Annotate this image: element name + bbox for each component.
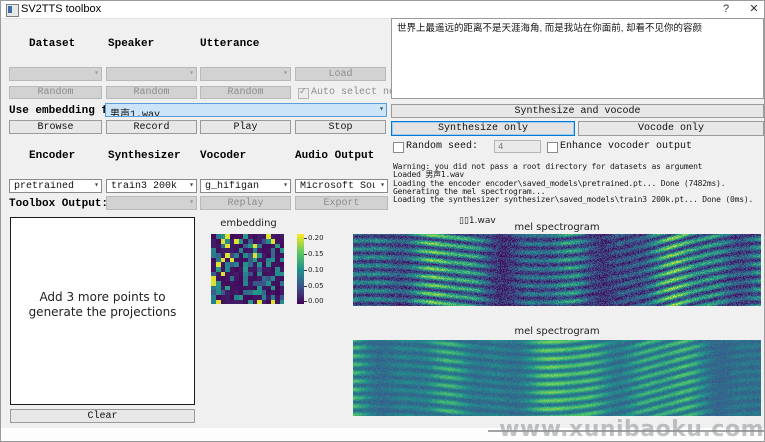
seed-input[interactable]: 4 [494,140,541,153]
dropdown-arrow-icon: ▾ [189,68,194,78]
dropdown-arrow-icon: ▾ [283,180,288,190]
dataset-label: Dataset [29,38,75,50]
embedding-heatmap [211,234,284,304]
dropdown-arrow-icon: ▾ [380,180,385,190]
colorbar-tick [304,286,307,287]
watermark: www.xunibaoku.com [489,417,764,442]
synthesize-only-button[interactable]: Synthesize only [391,121,575,136]
colorbar-tick [304,301,307,302]
synthesizer-combobox[interactable]: train3 200k ▾ [106,179,197,193]
encoder-combobox[interactable]: pretrained ▾ [9,179,102,193]
colorbar-tick-label: 0.00 [308,297,324,305]
colorbar-tick-label: 0.05 [308,282,324,290]
speaker-label: Speaker [108,38,154,50]
encoder-label: Encoder [29,150,75,162]
app-icon [6,4,19,17]
app-icon-glyph [8,6,12,13]
colorbar-tick [304,254,307,255]
window-title: SV2TTS toolbox [21,3,101,15]
dropdown-arrow-icon: ▾ [379,104,384,114]
random-seed-label: Random seed: [406,141,478,152]
colorbar-tick-label: 0.10 [308,266,324,274]
record-button[interactable]: Record [106,120,197,134]
audio-output-label: Audio Output [295,150,374,162]
log-line: Loading the synthesizer synthesizer\save… [393,196,765,204]
dropdown-arrow-icon: ▾ [283,68,288,78]
random-dataset-button[interactable]: Random [9,86,102,99]
random-seed-checkbox[interactable] [393,142,404,153]
vocode-only-button[interactable]: Vocode only [578,121,764,136]
mel-spectrogram-top [353,234,761,306]
projections-message: Add 3 more points to generate the projec… [11,290,194,320]
colorbar-tick [304,270,307,271]
browse-button[interactable]: Browse [9,120,102,134]
dropdown-arrow-icon: ▾ [94,180,99,190]
synthesize-and-vocode-button[interactable]: Synthesize and vocode [391,104,764,118]
utterance-combobox[interactable]: ▾ [200,67,291,81]
random-speaker-button[interactable]: Random [106,86,197,99]
audio-output-combobox[interactable]: Microsoft Sound Mapp ▾ [295,179,388,193]
sv2tts-toolbox-window: SV2TTS toolbox ? ✕ Dataset Speaker Utter… [0,0,765,442]
close-button[interactable]: ✕ [743,1,765,17]
toolbox-output-label: Toolbox Output: [9,198,108,210]
projections-plot: Add 3 more points to generate the projec… [10,217,195,405]
load-button[interactable]: Load [295,67,386,81]
dropdown-arrow-icon: ▾ [189,197,194,207]
mel-spectrogram-bottom-title: mel spectrogram [353,326,761,337]
enhance-vocoder-label: Enhance vocoder output [560,141,692,152]
title-bar: SV2TTS toolbox ? ✕ [1,1,765,19]
random-utterance-button[interactable]: Random [200,86,291,99]
colorbar-tick [304,238,307,239]
dropdown-arrow-icon: ▾ [189,180,194,190]
play-button[interactable]: Play [200,120,291,134]
stop-button[interactable]: Stop [295,120,386,134]
embedding-plot-title: embedding [206,218,291,229]
text-to-synthesize-input[interactable]: 世界上最遥远的距离不是天涯海角, 而是我站在你面前, 却看不见你的容颜 [391,18,764,99]
vocoder-label: Vocoder [200,150,246,162]
embedding-colorbar [297,234,304,304]
dataset-combobox[interactable]: ▾ [9,67,102,81]
synthesizer-label: Synthesizer [108,150,181,162]
mel-spectrogram-top-title: mel spectrogram [353,222,761,233]
vocoder-combobox[interactable]: g_hifigan ▾ [200,179,291,193]
log-output: Warning: you did not pass a root directo… [393,163,765,204]
colorbar-tick-label: 0.15 [308,250,324,258]
use-embedding-combobox[interactable]: 男声1.wav ▾ [105,103,387,117]
colorbar-tick-label: 0.20 [308,234,324,242]
auto-select-next-checkbox[interactable] [298,88,309,99]
mel-spectrogram-bottom [353,340,761,416]
export-button[interactable]: Export [295,196,388,210]
clear-button[interactable]: Clear [10,409,195,423]
enhance-vocoder-checkbox[interactable] [547,142,558,153]
speaker-combobox[interactable]: ▾ [106,67,197,81]
replay-button[interactable]: Replay [200,196,291,210]
dropdown-arrow-icon: ▾ [94,68,99,78]
help-button[interactable]: ? [715,1,737,17]
utterance-label: Utterance [200,38,259,50]
toolbox-output-combobox[interactable]: ▾ [106,196,197,210]
